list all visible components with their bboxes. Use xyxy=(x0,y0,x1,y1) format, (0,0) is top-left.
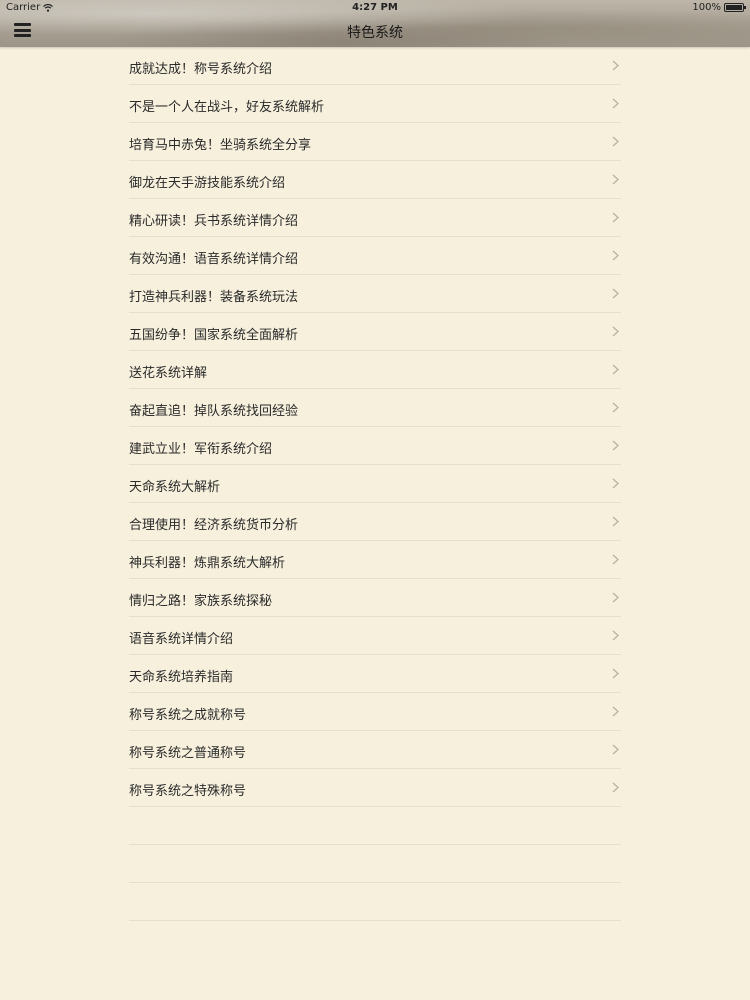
list-item-label: 五国纷争！国家系统全面解析 xyxy=(129,328,299,343)
list-item-label: 称号系统之成就称号 xyxy=(129,708,247,723)
list-item[interactable]: 语音系统详情介绍 xyxy=(129,617,621,655)
page-title: 特色系统 xyxy=(347,25,403,41)
chevron-right-icon xyxy=(612,782,619,793)
chevron-right-icon xyxy=(612,288,619,299)
list-item[interactable]: 称号系统之特殊称号 xyxy=(129,769,621,807)
list-item[interactable]: 不是一个人在战斗，好友系统解析 xyxy=(129,85,621,123)
status-time: 4:27 PM xyxy=(352,2,398,13)
chevron-right-icon xyxy=(612,668,619,679)
list-item[interactable]: 神兵利器！炼鼎系统大解析 xyxy=(129,541,621,579)
chevron-right-icon xyxy=(612,326,619,337)
chevron-right-icon xyxy=(612,478,619,489)
list-item-label: 情归之路！家族系统探秘 xyxy=(129,594,273,609)
list-item[interactable]: 有效沟通！语音系统详情介绍 xyxy=(129,237,621,275)
list-item[interactable]: 奋起直追！掉队系统找回经验 xyxy=(129,389,621,427)
list-item-label: 送花系统详解 xyxy=(129,366,208,381)
list-item[interactable]: 称号系统之普通称号 xyxy=(129,731,621,769)
list-item-label: 培育马中赤兔！坐骑系统全分享 xyxy=(129,138,312,153)
chevron-right-icon xyxy=(612,744,619,755)
list-item[interactable]: 打造神兵利器！装备系统玩法 xyxy=(129,275,621,313)
feature-list: 成就达成！称号系统介绍不是一个人在战斗，好友系统解析 培育马中赤兔！坐骑系统全分享… xyxy=(129,47,621,921)
chevron-right-icon xyxy=(612,440,619,451)
empty-row-separator xyxy=(129,845,621,883)
empty-row-separator xyxy=(129,883,621,921)
list-item[interactable]: 情归之路！家族系统探秘 xyxy=(129,579,621,617)
list-item-label: 有效沟通！语音系统详情介绍 xyxy=(129,252,299,267)
list-item[interactable]: 五国纷争！国家系统全面解析 xyxy=(129,313,621,351)
list-item-label: 打造神兵利器！装备系统玩法 xyxy=(129,290,299,305)
list-item[interactable]: 天命系统培养指南 xyxy=(129,655,621,693)
list-item-label: 奋起直追！掉队系统找回经验 xyxy=(129,404,299,419)
list-item-label: 天命系统大解析 xyxy=(129,480,221,495)
list-item[interactable]: 精心研读！兵书系统详情介绍 xyxy=(129,199,621,237)
list-item-label: 成就达成！称号系统介绍 xyxy=(129,62,273,77)
chevron-right-icon xyxy=(612,630,619,641)
nav-bar: 特色系统 xyxy=(0,16,750,47)
chevron-right-icon xyxy=(612,250,619,261)
list-item-label: 称号系统之普通称号 xyxy=(129,746,247,761)
chevron-right-icon xyxy=(612,98,619,109)
list-item[interactable]: 称号系统之成就称号 xyxy=(129,693,621,731)
list-item[interactable]: 培育马中赤兔！坐骑系统全分享 xyxy=(129,123,621,161)
list-item[interactable]: 天命系统大解析 xyxy=(129,465,621,503)
chevron-right-icon xyxy=(612,592,619,603)
list-item[interactable]: 送花系统详解 xyxy=(129,351,621,389)
battery-fill xyxy=(726,5,742,10)
list-item[interactable]: 建武立业！军衔系统介绍 xyxy=(129,427,621,465)
chevron-right-icon xyxy=(612,402,619,413)
list-item-label: 称号系统之特殊称号 xyxy=(129,784,247,799)
list-item-label: 御龙在天手游技能系统介绍 xyxy=(129,176,286,191)
list-item-label: 精心研读！兵书系统详情介绍 xyxy=(129,214,299,229)
list-item-label: 建武立业！军衔系统介绍 xyxy=(129,442,273,457)
list-item-label: 不是一个人在战斗，好友系统解析 xyxy=(129,100,325,115)
chevron-right-icon xyxy=(612,212,619,223)
list-item[interactable]: 成就达成！称号系统介绍 xyxy=(129,47,621,85)
battery-icon xyxy=(724,3,746,12)
chevron-right-icon xyxy=(612,554,619,565)
status-bar: Carrier 4:27 PM 100% xyxy=(0,0,750,16)
list-item[interactable]: 合理使用！经济系统货币分析 xyxy=(129,503,621,541)
battery-group: 100% xyxy=(692,2,746,13)
empty-row-separator xyxy=(129,807,621,845)
list-item-label: 语音系统详情介绍 xyxy=(129,632,234,647)
chevron-right-icon xyxy=(612,364,619,375)
list-item-label: 合理使用！经济系统货币分析 xyxy=(129,518,299,533)
chevron-right-icon xyxy=(612,60,619,71)
header: Carrier 4:27 PM 100% 特色系统 xyxy=(0,0,750,47)
chevron-right-icon xyxy=(612,516,619,527)
battery-percent: 100% xyxy=(692,2,721,13)
list-item-label: 天命系统培养指南 xyxy=(129,670,234,685)
chevron-right-icon xyxy=(612,706,619,717)
chevron-right-icon xyxy=(612,136,619,147)
list-item[interactable]: 御龙在天手游技能系统介绍 xyxy=(129,161,621,199)
chevron-right-icon xyxy=(612,174,619,185)
list-item-label: 神兵利器！炼鼎系统大解析 xyxy=(129,556,286,571)
